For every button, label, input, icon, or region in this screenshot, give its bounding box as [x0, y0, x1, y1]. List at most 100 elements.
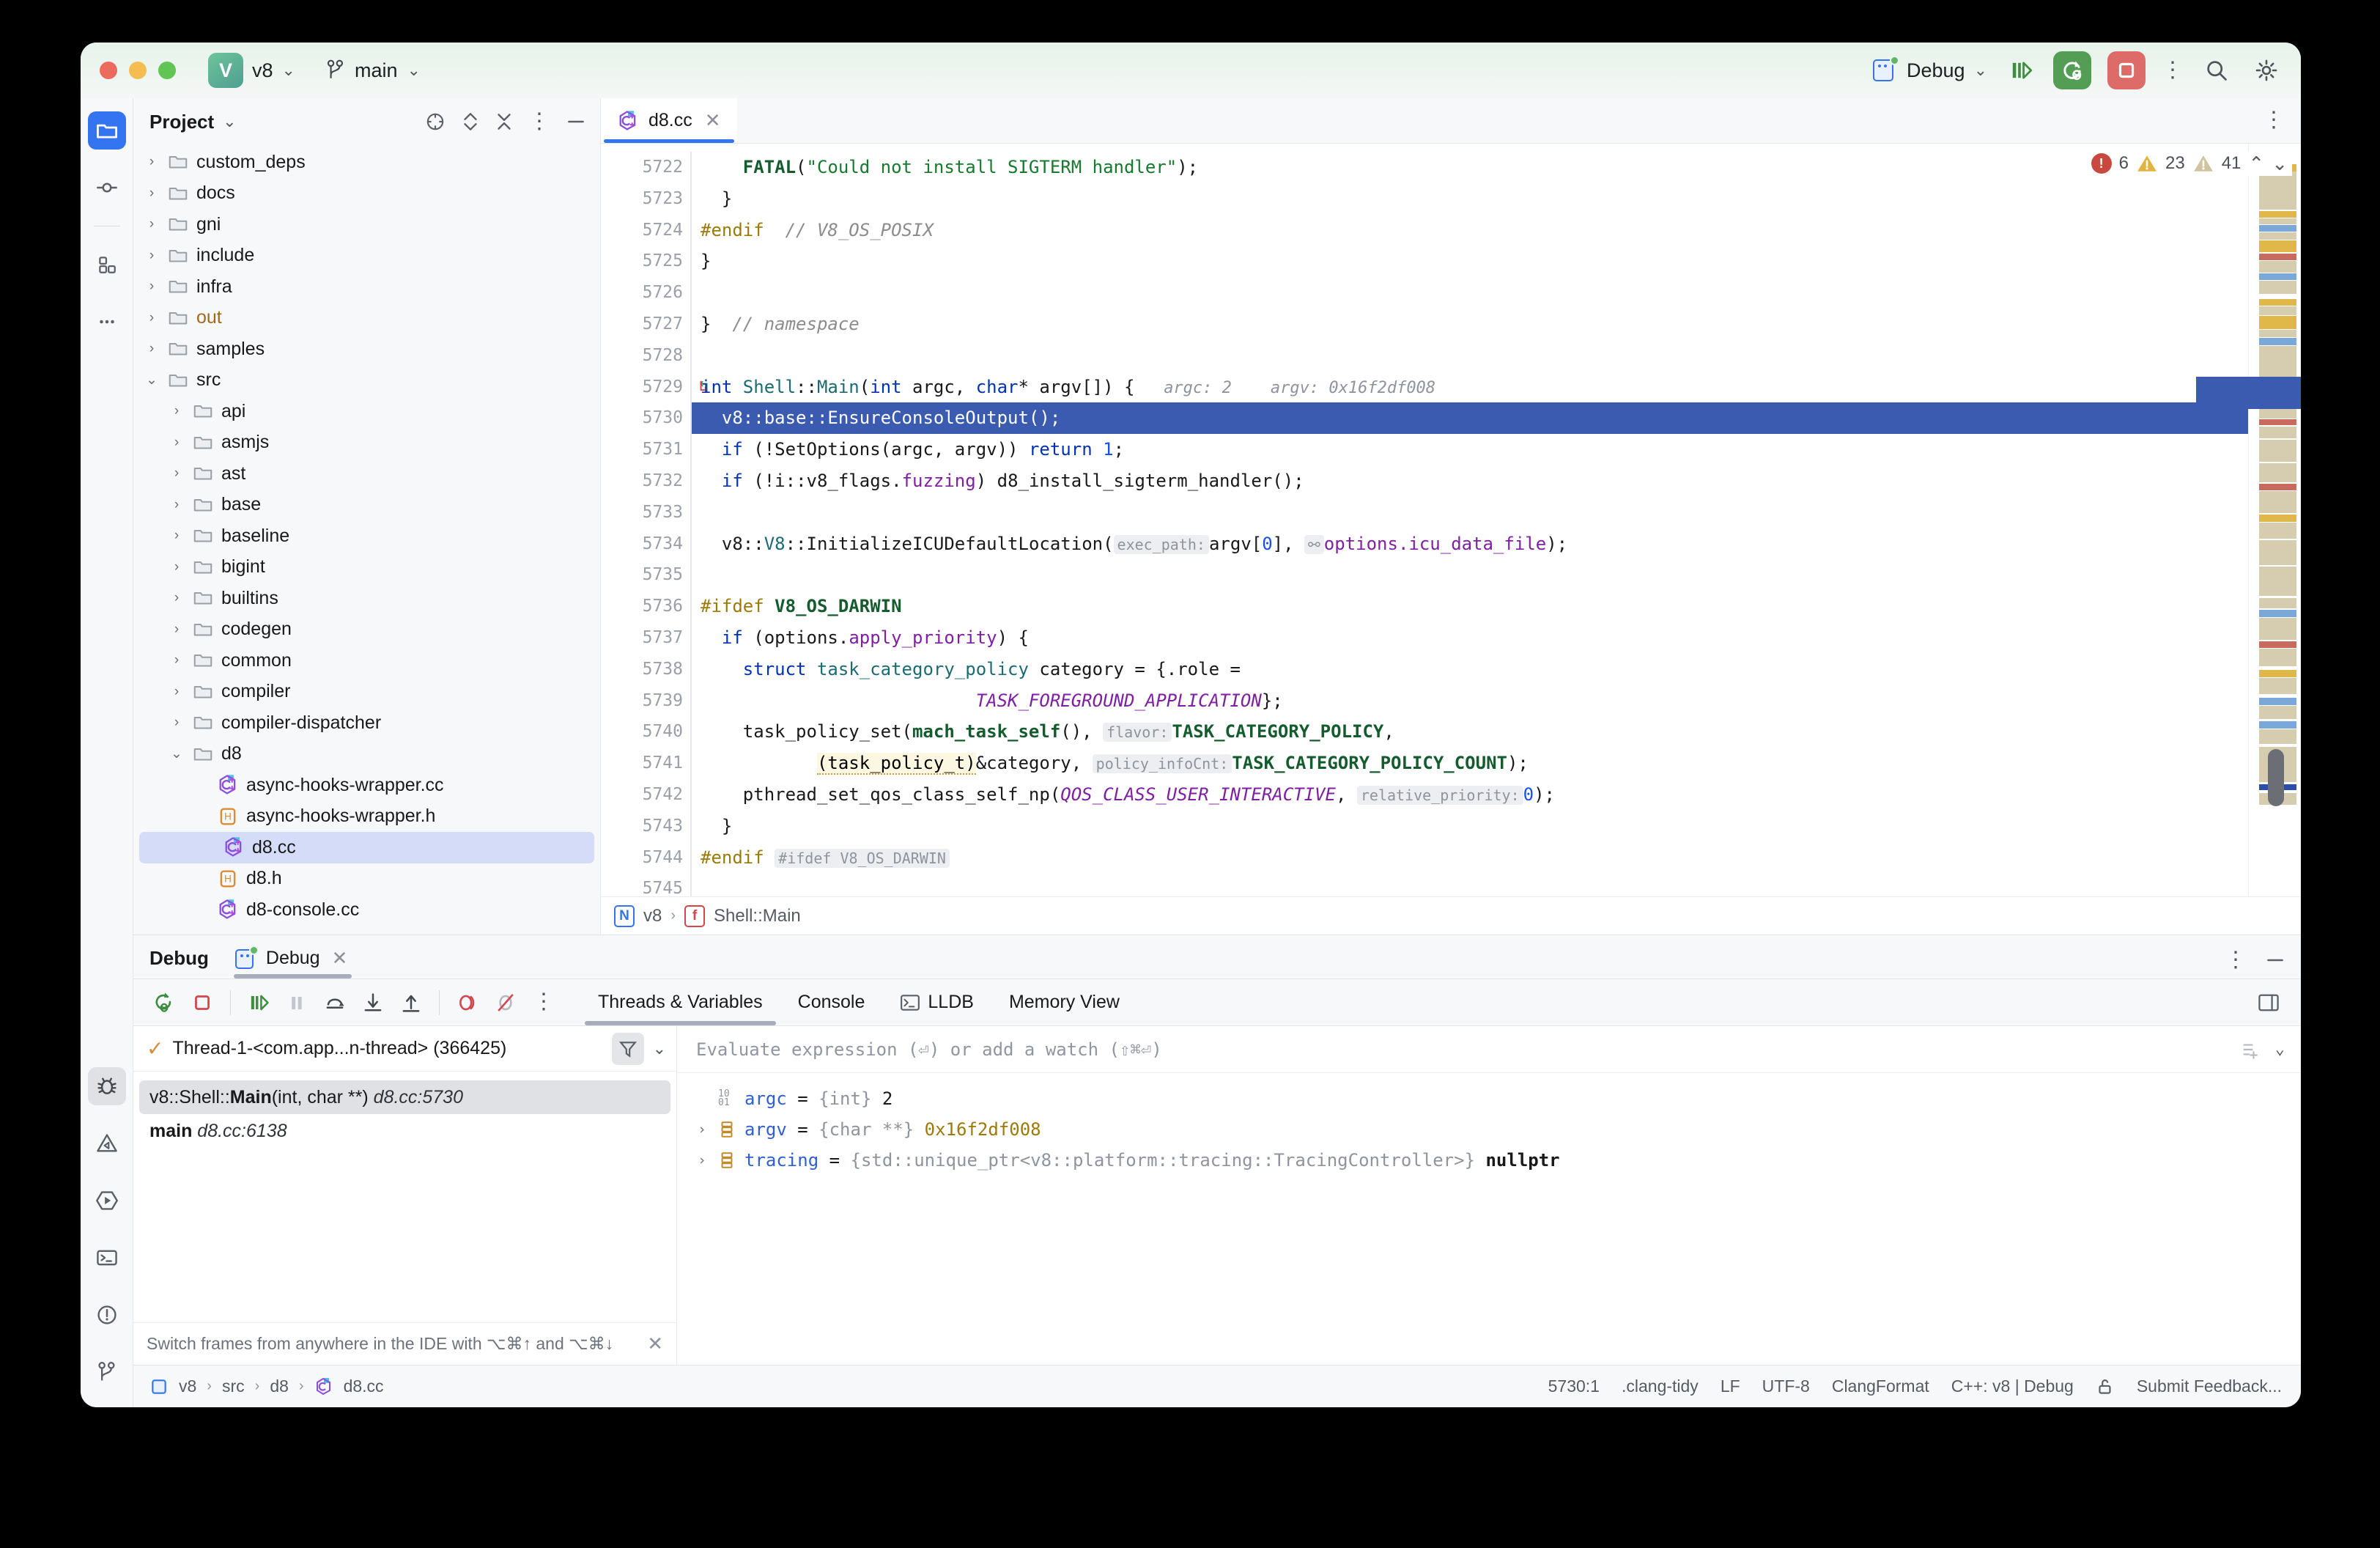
code-line[interactable]: pthread_set_qos_class_self_np(QOS_CLASS_… [690, 779, 2248, 811]
code-line[interactable]: } // namespace [690, 309, 2248, 340]
status-breadcrumb-file[interactable]: d8.cc [344, 1376, 384, 1396]
code-line[interactable]: TASK_FOREGROUND_APPLICATION}; [690, 685, 2248, 717]
tree-node-selected[interactable]: ›d8.cc [139, 832, 594, 863]
stripe-mark[interactable] [2259, 515, 2296, 522]
code-editor[interactable]: 57225723572457255726572757285729↰↳5730➜5… [601, 144, 2301, 896]
search-button[interactable] [2200, 54, 2233, 87]
stripe-mark[interactable] [2259, 678, 2296, 694]
scrollbar-thumb[interactable] [2268, 749, 2284, 806]
more-vertical-icon[interactable]: ⋮ [2162, 64, 2184, 77]
stack-frames-list[interactable]: v8::Shell::Main(int, char **) d8.cc:5730… [133, 1072, 676, 1322]
tree-node[interactable]: ›asmjs [133, 427, 600, 459]
resume-program-button[interactable] [240, 984, 278, 1022]
chevron-right-icon[interactable]: › [144, 310, 160, 326]
stack-frame[interactable]: main d8.cc:6138 [139, 1114, 670, 1148]
tree-node[interactable]: ›d8-console.cc [133, 894, 600, 926]
stripe-mark[interactable] [2259, 306, 2296, 315]
status-breadcrumb-src[interactable]: src [222, 1376, 245, 1396]
stripe-mark[interactable] [2259, 641, 2296, 648]
thread-selector[interactable]: ✓ Thread-1-<com.app...n-thread> (366425)… [133, 1026, 676, 1072]
stripe-mark[interactable] [2259, 211, 2296, 218]
line-number[interactable]: 5729↰↳ [601, 372, 690, 403]
breadcrumb-namespace-label[interactable]: v8 [643, 906, 662, 926]
rail-more-button[interactable] [88, 303, 126, 341]
line-number[interactable]: 5722 [601, 152, 690, 183]
line-number[interactable]: 5739 [601, 685, 690, 717]
locate-icon[interactable] [424, 111, 446, 133]
tree-node[interactable]: ›compiler-dispatcher [133, 707, 600, 739]
code-line[interactable] [690, 559, 2248, 591]
stripe-mark[interactable] [2259, 567, 2296, 596]
step-over-button[interactable] [316, 984, 354, 1022]
code-line[interactable]: if (options.apply_priority) { [690, 622, 2248, 654]
line-number[interactable]: 5736 [601, 591, 690, 622]
toolchain-indicator[interactable]: C++: v8 | Debug [1951, 1376, 2074, 1396]
line-separator[interactable]: LF [1721, 1376, 1740, 1396]
project-options-icon[interactable]: ⋮ [528, 116, 550, 128]
line-number[interactable]: 5727 [601, 309, 690, 340]
stripe-mark[interactable] [2259, 540, 2296, 565]
variables-list[interactable]: 1001argc = {int} 2›argv = {char **} 0x16… [677, 1073, 2301, 1365]
stripe-mark[interactable] [2259, 721, 2296, 729]
stripe-mark[interactable] [2259, 427, 2296, 438]
chevron-right-icon[interactable]: › [693, 1152, 711, 1168]
close-icon[interactable]: ✕ [705, 109, 721, 132]
code-line[interactable]: #endif #ifdef V8_OS_DARWIN [690, 842, 2248, 874]
tree-node[interactable]: ›docs [133, 178, 600, 210]
tree-node[interactable]: ›async-hooks-wrapper.cc [133, 770, 600, 801]
code-line[interactable]: #ifdef V8_OS_DARWIN [690, 591, 2248, 622]
add-watch-icon[interactable] [2237, 1039, 2259, 1061]
chevron-right-icon[interactable]: › [169, 528, 185, 544]
tab-memory-view[interactable]: Memory View [991, 979, 1137, 1025]
line-number[interactable]: 5744 [601, 842, 690, 874]
stripe-mark[interactable] [2259, 273, 2296, 280]
code-line[interactable]: #endif // V8_OS_POSIX [690, 215, 2248, 246]
resume-button[interactable] [2003, 54, 2037, 87]
minimize-icon[interactable] [2264, 949, 2286, 971]
line-number-gutter[interactable]: 57225723572457255726572757285729↰↳5730➜5… [601, 144, 690, 896]
line-number[interactable]: 5745 [601, 873, 690, 904]
tab-threads-and-variables[interactable]: Threads & Variables [580, 979, 780, 1025]
chevron-right-icon[interactable]: › [169, 622, 185, 638]
line-number[interactable]: 5734 [601, 528, 690, 560]
line-number[interactable]: 5743 [601, 811, 690, 842]
caret-position[interactable]: 5730:1 [1548, 1376, 1600, 1396]
chevron-down-icon[interactable]: ⌄ [169, 745, 185, 762]
code-line[interactable]: if (!i::v8_flags.fuzzing) d8_install_sig… [690, 465, 2248, 497]
tree-node[interactable]: ›baseline [133, 520, 600, 552]
line-number[interactable]: 5733 [601, 497, 690, 528]
view-breakpoints-button[interactable] [448, 984, 487, 1022]
chevron-right-icon[interactable]: › [169, 590, 185, 606]
tree-node[interactable]: ›out [133, 303, 600, 334]
tree-node[interactable]: ›include [133, 240, 600, 272]
code-line[interactable] [690, 277, 2248, 309]
debug-more-button[interactable]: ⋮ [525, 984, 563, 1022]
rail-project-button[interactable] [88, 111, 126, 150]
code-line[interactable]: } [690, 183, 2248, 215]
variable-row[interactable]: ›argv = {char **} 0x16f2df008 [677, 1114, 2301, 1145]
step-out-button[interactable] [392, 984, 430, 1022]
stripe-mark[interactable] [2259, 346, 2296, 378]
line-number[interactable]: 5725 [601, 246, 690, 277]
code-line[interactable]: struct task_category_policy category = {… [690, 654, 2248, 685]
chevron-right-icon[interactable]: › [169, 715, 185, 731]
rerun-debug-button[interactable] [2053, 51, 2091, 89]
code-line[interactable] [690, 873, 2248, 896]
clang-format-indicator[interactable]: ClangFormat [1832, 1376, 1929, 1396]
tree-node[interactable]: ›Hd8.h [133, 863, 600, 895]
code-line[interactable]: FATAL("Could not install SIGTERM handler… [690, 152, 2248, 183]
line-number[interactable]: 5731 [601, 434, 690, 465]
code-line[interactable]: v8::V8::InitializeICUDefaultLocation(exe… [690, 528, 2248, 560]
tab-console[interactable]: Console [780, 979, 883, 1025]
tree-node[interactable]: ⌄d8 [133, 739, 600, 770]
stripe-mark[interactable] [2259, 254, 2296, 260]
chevron-down-icon[interactable]: ⌄ [144, 372, 160, 388]
filter-frames-button[interactable] [612, 1033, 644, 1065]
line-number[interactable]: 5741 [601, 748, 690, 779]
run-configuration-selector[interactable]: Debug ⌄ [1873, 58, 1987, 83]
breadcrumb-function-label[interactable]: Shell::Main [714, 906, 801, 926]
stripe-mark[interactable] [2259, 240, 2296, 252]
settings-button[interactable] [2250, 54, 2283, 87]
stripe-mark[interactable] [2259, 232, 2296, 240]
close-hint-icon[interactable]: ✕ [647, 1333, 663, 1355]
